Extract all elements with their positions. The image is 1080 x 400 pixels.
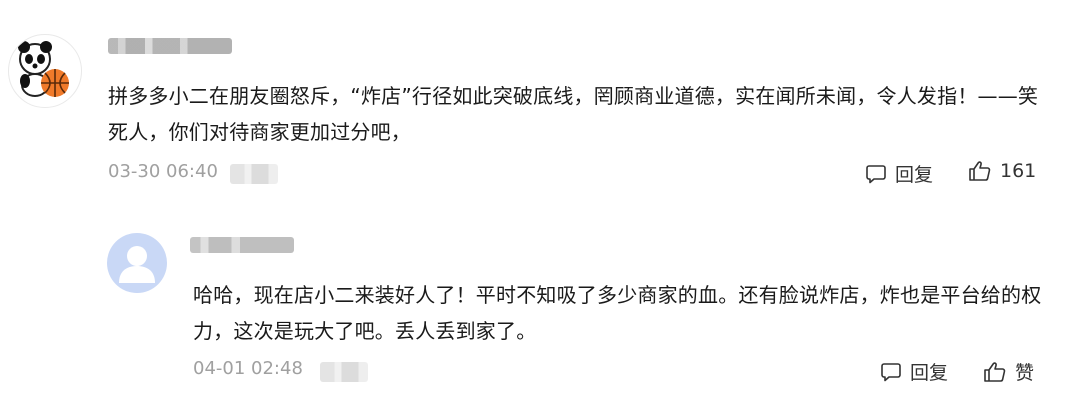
comment-bubble-icon — [881, 362, 901, 381]
username-blurred[interactable] — [108, 38, 232, 54]
reply-button[interactable]: 回复 — [880, 358, 948, 385]
like-button[interactable]: 赞 — [983, 358, 1034, 385]
comment-timestamp: 03-30 06:40 — [108, 161, 218, 182]
panda-basketball-avatar-icon — [18, 41, 69, 97]
comment-bubble-icon — [866, 164, 886, 183]
reply-label: 回复 — [910, 362, 949, 384]
username-blurred[interactable] — [190, 237, 294, 253]
reply-label: 回复 — [895, 164, 934, 186]
reply-button[interactable]: 回复 — [865, 160, 933, 187]
location-blurred — [230, 164, 278, 184]
comment-text: 哈哈，现在店小二来装好人了！平时不知吸了多少商家的血。还有脸说炸店，炸也是平台给… — [193, 283, 1042, 343]
like-button[interactable]: 161 — [968, 160, 1036, 182]
thumbs-up-icon — [984, 361, 1006, 382]
like-count: 161 — [1000, 160, 1037, 182]
comment-text: 拼多多小二在朋友圈怒斥，“炸店”行径如此突破底线，罔顾商业道德，实在闻所未闻，令… — [108, 84, 1039, 144]
default-user-avatar-icon — [119, 246, 155, 283]
user-avatar[interactable] — [8, 34, 82, 108]
thumbs-up-icon — [969, 161, 991, 181]
like-label: 赞 — [1015, 362, 1035, 384]
location-blurred — [320, 362, 368, 382]
user-avatar[interactable] — [107, 233, 167, 293]
comment-timestamp: 04-01 02:48 — [193, 358, 303, 379]
